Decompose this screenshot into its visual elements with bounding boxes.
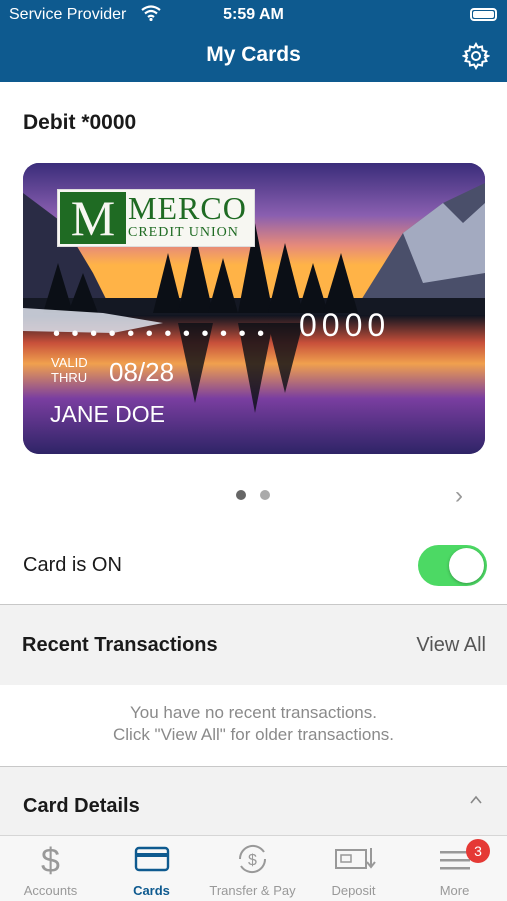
card-details-title: Card Details (23, 795, 140, 817)
clock: 5:59 AM (223, 6, 284, 23)
tab-accounts[interactable]: $ Accounts (0, 836, 101, 901)
card-expiry: 08/28 (109, 357, 175, 387)
card-on-toggle[interactable] (418, 545, 487, 586)
masked-digits: • • • • • • • • • • • • (53, 323, 268, 345)
tab-label: More (439, 883, 470, 898)
toggle-knob (449, 548, 484, 583)
merco-logo: M MERCO CREDIT UNION (57, 189, 255, 247)
notification-badge: 3 (466, 839, 490, 863)
empty-transactions-message: You have no recent transactions. Click "… (112, 703, 395, 744)
tab-label: Deposit (331, 883, 376, 898)
chevron-up-icon[interactable] (469, 793, 483, 807)
card-status-label: Card is ON (23, 554, 122, 576)
card-details-header[interactable]: Card Details (0, 767, 507, 835)
battery-icon (470, 8, 497, 21)
tab-cards[interactable]: Cards (101, 836, 202, 901)
card-icon (134, 846, 170, 872)
valid-thru-label: VALID THRU (51, 355, 88, 385)
card-status-row: Card is ON (0, 534, 507, 604)
transfer-icon: $ (238, 844, 267, 874)
tab-more[interactable]: More (404, 836, 505, 901)
tab-transfer-pay[interactable]: $ Transfer & Pay (202, 836, 303, 901)
tab-bar: $ Accounts Cards $ Transfer & Pay Deposi… (0, 835, 507, 901)
logo-subtitle: CREDIT UNION (128, 225, 239, 240)
tab-label: Transfer & Pay (209, 883, 296, 898)
gear-icon[interactable] (462, 42, 490, 70)
nav-bar: My Cards (0, 30, 507, 82)
logo-wordmark: MERCO (128, 190, 247, 226)
menu-icon (440, 851, 470, 870)
cardholder-name: JANE DOE (50, 401, 166, 427)
page-title: My Cards (206, 43, 301, 66)
tab-label: Cards (133, 883, 170, 898)
status-bar: Service Provider 5:59 AM (0, 0, 507, 30)
pager-dot[interactable] (260, 490, 270, 500)
pager-dot-active[interactable] (236, 490, 246, 500)
svg-text:$: $ (248, 852, 257, 869)
deposit-icon (335, 848, 376, 869)
tab-label: Accounts (23, 883, 78, 898)
card-title: Debit *0000 (23, 111, 137, 134)
card-last4: 0000 (299, 307, 391, 343)
recent-transactions-header: Recent Transactions View All (0, 605, 507, 685)
dollar-icon: $ (41, 842, 60, 876)
view-all-link[interactable]: View All (416, 634, 486, 657)
logo-letter: M (60, 192, 126, 244)
tab-deposit[interactable]: Deposit (303, 836, 404, 901)
recent-transactions-title: Recent Transactions (22, 634, 218, 656)
card-pager: › (0, 482, 507, 509)
debit-card[interactable]: M MERCO CREDIT UNION • • • • • • • • • •… (23, 163, 485, 454)
svg-text:$: $ (41, 842, 60, 876)
chevron-right-icon[interactable]: › (455, 482, 463, 510)
